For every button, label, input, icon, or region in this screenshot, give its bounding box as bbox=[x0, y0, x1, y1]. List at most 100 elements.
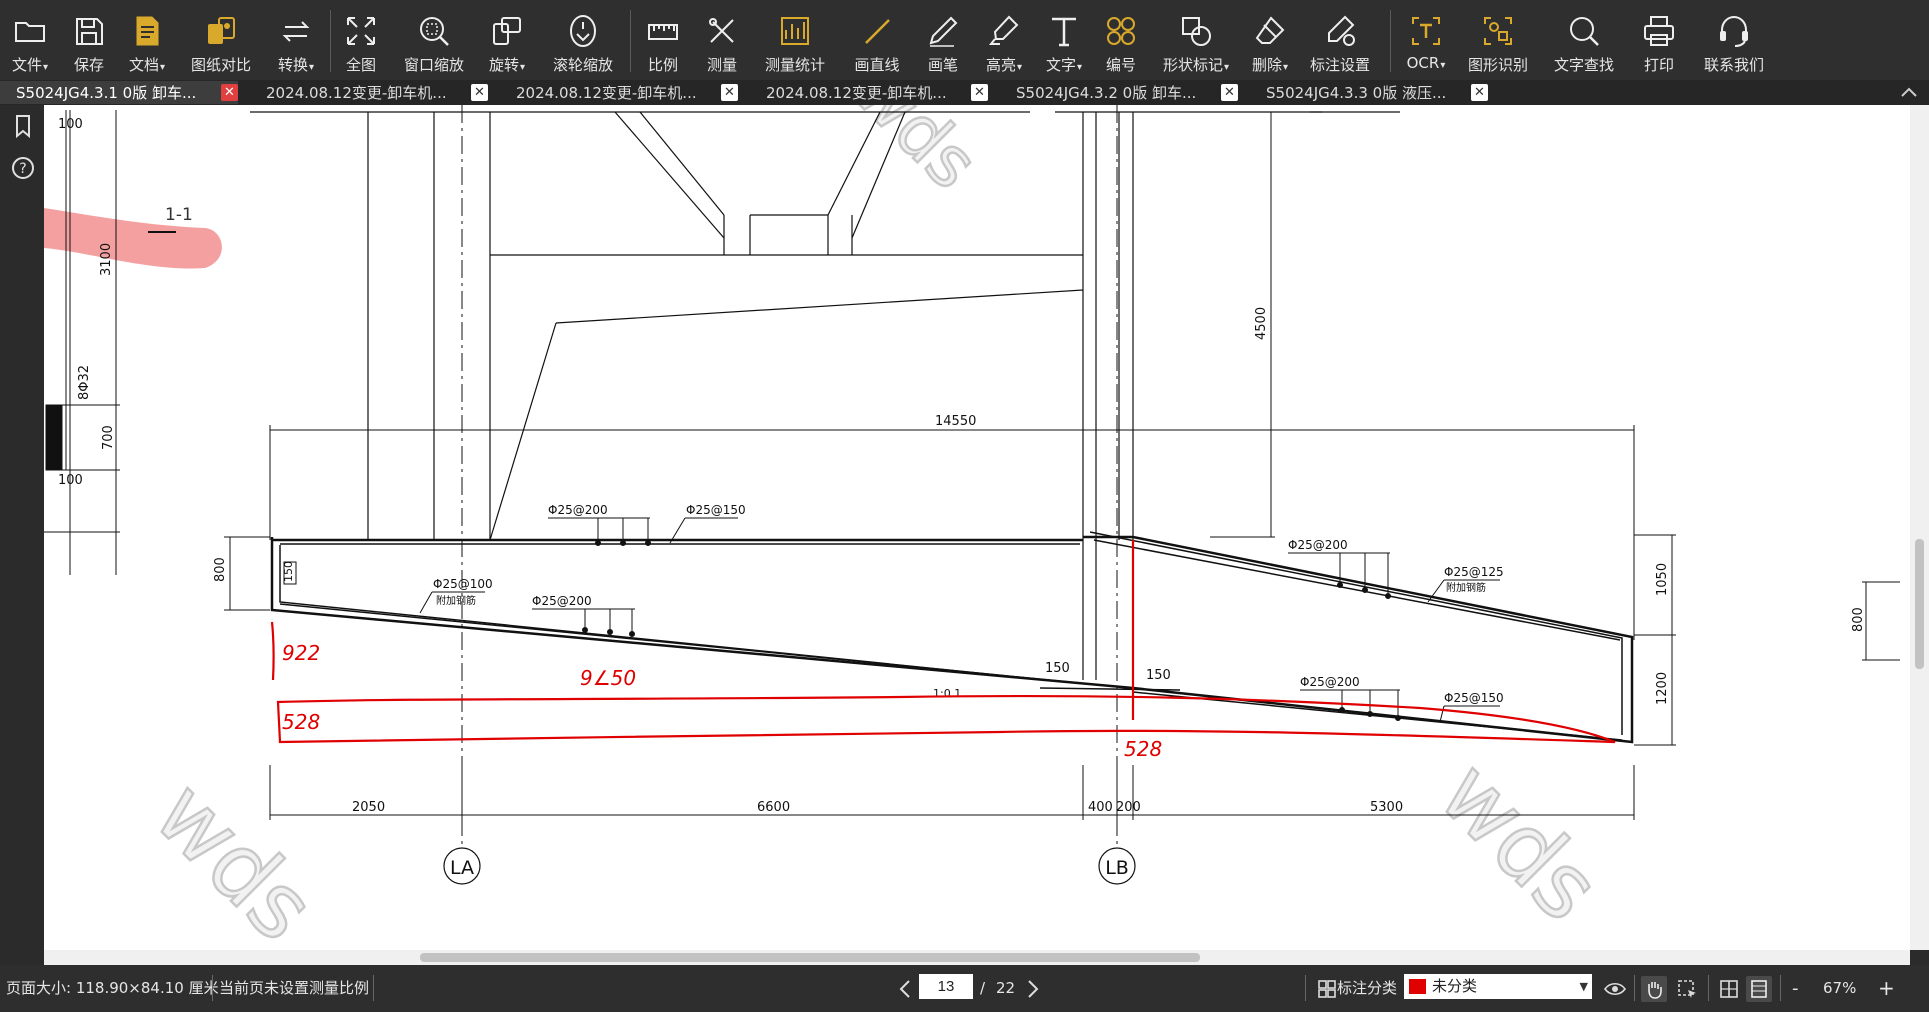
svg-text:Φ25@150: Φ25@150 bbox=[1444, 691, 1504, 705]
close-icon[interactable]: ✕ bbox=[1471, 84, 1488, 101]
slab-outline bbox=[270, 535, 1634, 744]
shape-recognition-icon bbox=[1484, 17, 1512, 45]
toolbar-button-rotate[interactable]: 旋转 bbox=[467, 0, 547, 80]
headset-icon bbox=[1720, 15, 1748, 47]
document-tab[interactable]: S5024JG4.3.3 0版 液压... ✕ bbox=[1250, 81, 1488, 104]
toolbar-button-label: 转换 bbox=[278, 54, 314, 75]
document-tab-bar: S5024JG4.3.1 0版 卸车... ✕ 2024.08.12变更-卸车机..… bbox=[0, 80, 1929, 105]
toolbar-button-numbering[interactable]: 编号 bbox=[1081, 0, 1161, 80]
select-cursor-icon[interactable] bbox=[1674, 976, 1700, 1002]
svg-text:wds: wds bbox=[838, 105, 994, 205]
svg-text:Φ25@200: Φ25@200 bbox=[1288, 538, 1348, 552]
toolbar-button-ocr[interactable]: OCR bbox=[1386, 0, 1466, 80]
toolbar-button-label: 全图 bbox=[345, 56, 376, 74]
zoom-out-button[interactable]: - bbox=[1792, 965, 1799, 1012]
svg-text:528: 528 bbox=[282, 710, 320, 734]
svg-text:800: 800 bbox=[1851, 607, 1866, 632]
svg-text:Φ25@100: Φ25@100 bbox=[433, 577, 493, 591]
svg-text:150: 150 bbox=[1045, 661, 1070, 676]
svg-text:4500: 4500 bbox=[1254, 307, 1269, 340]
printer-icon bbox=[1644, 16, 1674, 46]
fit-all-icon bbox=[347, 17, 375, 45]
document-icon bbox=[136, 16, 159, 46]
document-tab[interactable]: S5024JG4.3.1 0版 卸车... ✕ bbox=[0, 81, 238, 104]
window-zoom-icon bbox=[420, 17, 449, 46]
document-tab[interactable]: 2024.08.12变更-卸车机... ✕ bbox=[750, 81, 988, 104]
category-color-swatch bbox=[1409, 979, 1426, 994]
hand-pan-icon[interactable] bbox=[1641, 976, 1667, 1002]
prev-page-icon[interactable] bbox=[893, 976, 919, 1002]
toolbar-button-label: 窗口缩放 bbox=[403, 56, 464, 74]
svg-text:wds: wds bbox=[1419, 741, 1619, 941]
single-page-view-icon[interactable] bbox=[1716, 976, 1742, 1002]
horizontal-scrollbar[interactable] bbox=[44, 950, 1910, 965]
toolbar-button-measure-stats[interactable]: 测量统计 bbox=[755, 0, 835, 80]
highlight-stroke[interactable] bbox=[44, 208, 222, 269]
eye-icon[interactable] bbox=[1602, 976, 1628, 1002]
close-icon[interactable]: ✕ bbox=[721, 84, 738, 101]
ocr-icon bbox=[1412, 17, 1440, 45]
tab-label: S5024JG4.3.2 0版 卸车... bbox=[1016, 84, 1197, 102]
toolbar-button-label: 标注设置 bbox=[1309, 56, 1370, 74]
toolbar-button-compare[interactable]: 图纸对比 bbox=[181, 0, 261, 80]
svg-text:800: 800 bbox=[213, 557, 228, 582]
continuous-view-icon[interactable] bbox=[1746, 976, 1772, 1002]
vertical-scrollbar[interactable] bbox=[1910, 105, 1929, 950]
svg-text:LA: LA bbox=[450, 857, 474, 879]
document-tab[interactable]: S5024JG4.3.2 0版 卸车... ✕ bbox=[1000, 81, 1238, 104]
bookmark-icon[interactable] bbox=[10, 113, 36, 139]
document-tab[interactable]: 2024.08.12变更-卸车机... ✕ bbox=[250, 81, 488, 104]
scale-info-text: 当前页未设置测量比例 bbox=[219, 979, 370, 997]
toolbar-button-annotation-settings[interactable]: 标注设置 bbox=[1300, 0, 1380, 80]
help-icon[interactable]: ? bbox=[10, 155, 36, 181]
dim-14550 bbox=[269, 425, 1635, 640]
svg-text:附加钢筋: 附加钢筋 bbox=[436, 594, 476, 607]
convert-icon bbox=[282, 21, 310, 42]
toolbar-button-search[interactable]: 文字查找 bbox=[1544, 0, 1624, 80]
close-icon[interactable]: ✕ bbox=[1221, 84, 1238, 101]
toolbar-button-document[interactable]: 文档 bbox=[107, 0, 187, 80]
close-icon[interactable]: ✕ bbox=[971, 84, 988, 101]
measure-icon bbox=[709, 18, 734, 43]
horizontal-scroll-thumb[interactable] bbox=[420, 953, 1200, 962]
toolbar-button-label: 保存 bbox=[73, 56, 104, 74]
search-icon bbox=[1570, 17, 1599, 46]
main-toolbar: 文件 保存 文档 图纸对比 转换 全图 窗口缩放 旋转 滚轮缩放 比例 测量 测量统计 画直线 画笔 高亮 文… bbox=[0, 0, 1929, 80]
svg-text:Φ25@150: Φ25@150 bbox=[686, 503, 746, 517]
toolbar-button-label: 图纸对比 bbox=[190, 56, 251, 74]
close-icon[interactable]: ✕ bbox=[221, 84, 238, 101]
toolbar-button-fit-all[interactable]: 全图 bbox=[321, 0, 401, 80]
toolbar-button-shape-mark[interactable]: 形状标记 bbox=[1156, 0, 1236, 80]
svg-text:Φ25@200: Φ25@200 bbox=[548, 503, 608, 517]
tab-label: 2024.08.12变更-卸车机... bbox=[516, 84, 697, 102]
category-label: 标注分类 bbox=[1337, 979, 1398, 997]
svg-text:?: ? bbox=[19, 161, 26, 177]
close-icon[interactable]: ✕ bbox=[471, 84, 488, 101]
chevron-up-icon[interactable] bbox=[1899, 82, 1919, 102]
measure-stats-icon bbox=[781, 17, 809, 45]
next-page-icon[interactable] bbox=[1019, 976, 1045, 1002]
document-tab[interactable]: 2024.08.12变更-卸车机... ✕ bbox=[500, 81, 738, 104]
svg-text:9∠50: 9∠50 bbox=[580, 666, 636, 690]
svg-text:6600: 6600 bbox=[757, 800, 790, 815]
app-window: 文件 保存 文档 图纸对比 转换 全图 窗口缩放 旋转 滚轮缩放 比例 测量 测量统计 画直线 画笔 高亮 文… bbox=[0, 0, 1929, 1012]
category-dropdown[interactable]: 未分类 ▼ bbox=[1404, 974, 1592, 999]
svg-text:5300: 5300 bbox=[1370, 800, 1403, 815]
page-size-text: 页面大小: 118.90×84.10 厘米 bbox=[6, 979, 219, 997]
zoom-level-text[interactable]: 67% bbox=[1823, 965, 1856, 1012]
toolbar-button-shape-recognition[interactable]: 图形识别 bbox=[1458, 0, 1538, 80]
toolbar-button-mouse-wheel[interactable]: 滚轮缩放 bbox=[543, 0, 623, 80]
red-markup[interactable] bbox=[270, 540, 1616, 744]
vertical-scroll-thumb[interactable] bbox=[1915, 539, 1924, 669]
toolbar-button-window-zoom[interactable]: 窗口缩放 bbox=[394, 0, 474, 80]
toolbar-button-measure[interactable]: 测量 bbox=[682, 0, 762, 80]
svg-text:14550: 14550 bbox=[935, 414, 976, 429]
toolbar-button-headset[interactable]: 联系我们 bbox=[1694, 0, 1774, 80]
toolbar-button-label: 删除 bbox=[1252, 54, 1288, 75]
toolbar-button-printer[interactable]: 打印 bbox=[1619, 0, 1699, 80]
page-number-input[interactable] bbox=[919, 974, 973, 999]
zoom-in-button[interactable]: + bbox=[1878, 965, 1895, 1012]
toolbar-button-eraser[interactable]: 删除 bbox=[1230, 0, 1310, 80]
drawing-canvas[interactable]: wds wds wds 1-1 100 3100 8Φ32 700 100 45… bbox=[44, 105, 1910, 950]
svg-text:1050: 1050 bbox=[1655, 563, 1670, 596]
